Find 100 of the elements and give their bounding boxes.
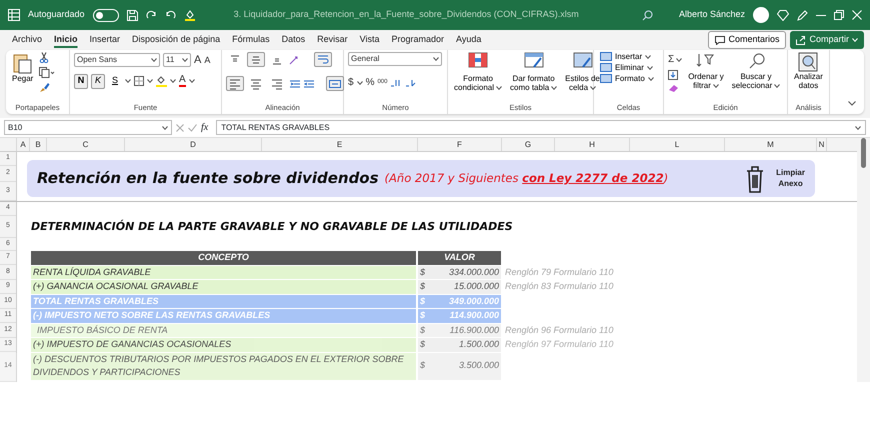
find-select-button[interactable]: Buscar y seleccionar <box>730 52 782 90</box>
cell-styles-icon <box>572 52 593 68</box>
restore-icon[interactable] <box>834 10 844 20</box>
caret-icon[interactable] <box>147 79 153 83</box>
caret-icon[interactable] <box>712 84 719 88</box>
number-format-field[interactable]: General <box>348 52 442 66</box>
menu-tab[interactable]: Fórmulas <box>226 31 276 49</box>
name-box[interactable]: B10 <box>4 120 172 135</box>
save-icon[interactable] <box>126 10 138 20</box>
borders-icon[interactable] <box>134 76 144 86</box>
caret-icon[interactable] <box>151 58 157 62</box>
menu-tab[interactable]: Insertar <box>84 31 126 49</box>
column-header[interactable]: F <box>418 138 502 151</box>
increase-decimal-icon[interactable] <box>390 78 402 88</box>
column-header[interactable]: VALOR <box>418 251 501 264</box>
clear-annex-button[interactable]: Limpiar Anexo <box>746 164 805 192</box>
caret-icon[interactable] <box>676 58 682 62</box>
align-left-button[interactable] <box>226 76 244 91</box>
delete-button[interactable]: Eliminar <box>598 63 655 72</box>
currency-sign: $ <box>420 309 426 322</box>
column-header[interactable]: M <box>725 138 817 151</box>
percent-button[interactable]: % <box>366 75 374 90</box>
caret-icon[interactable] <box>125 79 131 83</box>
share-button[interactable]: Compartir <box>790 31 864 49</box>
menu-tab[interactable]: Ayuda <box>450 31 488 49</box>
analyze-data-button[interactable]: Analizar datos <box>792 52 825 90</box>
column-header[interactable]: E <box>262 138 418 151</box>
comment-icon <box>715 36 726 44</box>
paste-button[interactable]: Pegar <box>10 52 36 84</box>
menu-tab[interactable]: Vista <box>354 31 386 49</box>
undo-icon[interactable] <box>164 10 176 20</box>
indent-icon[interactable] <box>289 78 315 88</box>
shrink-font-button[interactable]: A <box>204 54 210 67</box>
value-cell: $ 349.000.000 <box>418 294 501 308</box>
underline-button[interactable]: S <box>108 74 122 88</box>
menu-tab[interactable]: Disposición de página <box>126 31 226 49</box>
column-header[interactable]: L <box>630 138 725 151</box>
caret-icon[interactable] <box>855 126 861 130</box>
caret-icon[interactable] <box>162 126 168 130</box>
align-middle-button[interactable] <box>247 52 265 67</box>
scissors-icon[interactable] <box>39 52 50 63</box>
font-size-field[interactable]: 11 <box>163 53 191 68</box>
merge-button[interactable] <box>326 76 344 91</box>
font-name-field[interactable]: Open Sans <box>74 53 160 68</box>
currency-sign: $ <box>420 359 426 372</box>
redo-icon[interactable] <box>146 10 157 20</box>
caret-icon[interactable] <box>188 79 195 83</box>
autosave-toggle[interactable] <box>92 8 119 22</box>
eraser-icon[interactable] <box>668 83 680 93</box>
caret-icon[interactable] <box>182 58 188 62</box>
caret-icon[interactable] <box>774 84 780 88</box>
decrease-decimal-icon[interactable] <box>405 78 418 88</box>
spreadsheet-icon[interactable] <box>8 9 20 21</box>
note-text: Renglón 79 Formulario 110 <box>505 266 614 279</box>
column-header[interactable]: N <box>817 138 827 151</box>
avatar[interactable] <box>753 7 769 23</box>
caret-icon[interactable] <box>496 86 502 90</box>
column-header[interactable]: G <box>502 138 555 151</box>
format-as-table-button[interactable]: Dar formato como tabla <box>508 52 560 92</box>
grow-font-button[interactable]: A <box>194 52 202 68</box>
autosum-button[interactable]: Σ <box>668 52 674 67</box>
wrap-text-button[interactable] <box>314 52 332 67</box>
conditional-format-button[interactable]: Formato condicional <box>452 52 504 92</box>
currency-button[interactable]: $ <box>348 75 354 90</box>
insert-function-button[interactable]: fx <box>201 120 208 135</box>
paintbrush-icon[interactable] <box>39 82 50 93</box>
formula-field[interactable]: TOTAL RENTAS GRAVABLES <box>216 120 866 135</box>
close-icon[interactable] <box>852 10 862 20</box>
comments-button[interactable]: Comentarios <box>708 31 786 49</box>
collapse-ribbon-icon[interactable] <box>848 101 856 106</box>
bold-button[interactable]: N <box>74 74 88 88</box>
menu-tab[interactable]: Programador <box>386 31 450 49</box>
caret-icon[interactable] <box>551 86 558 90</box>
fill-color-icon[interactable] <box>184 9 196 21</box>
caret-icon[interactable] <box>590 86 596 90</box>
fill-color-icon[interactable] <box>156 75 167 87</box>
column-header[interactable]: D <box>125 138 262 151</box>
column-header[interactable]: C <box>47 138 125 151</box>
sort-filter-button[interactable]: Ordenar y filtrar <box>686 52 726 90</box>
diamond-icon[interactable] <box>777 10 789 20</box>
menu-tab[interactable]: Archivo <box>6 31 48 49</box>
italic-button[interactable]: K <box>91 74 105 88</box>
column-header[interactable]: CONCEPTO <box>31 251 416 264</box>
search-icon[interactable] <box>642 10 653 20</box>
caret-icon[interactable] <box>433 57 439 61</box>
caret-icon[interactable] <box>356 80 363 84</box>
insert-button[interactable]: Insertar <box>598 52 654 62</box>
pen-icon[interactable] <box>797 10 808 20</box>
caret-icon[interactable] <box>170 79 176 83</box>
column-header[interactable]: H <box>555 138 630 151</box>
scrollbar-thumb[interactable] <box>861 138 866 168</box>
format-button[interactable]: Formato <box>598 74 656 84</box>
value-cell: $ 334.000.000 <box>418 266 501 279</box>
menu-tab[interactable]: Revisar <box>311 31 354 49</box>
menu-tab[interactable]: Datos <box>276 31 312 49</box>
copy-icon[interactable] <box>39 67 56 78</box>
font-color-button[interactable]: A <box>179 75 186 87</box>
menu-tab[interactable]: Inicio <box>48 31 84 49</box>
column-header[interactable]: B <box>30 138 47 151</box>
column-header[interactable]: A <box>17 138 30 151</box>
